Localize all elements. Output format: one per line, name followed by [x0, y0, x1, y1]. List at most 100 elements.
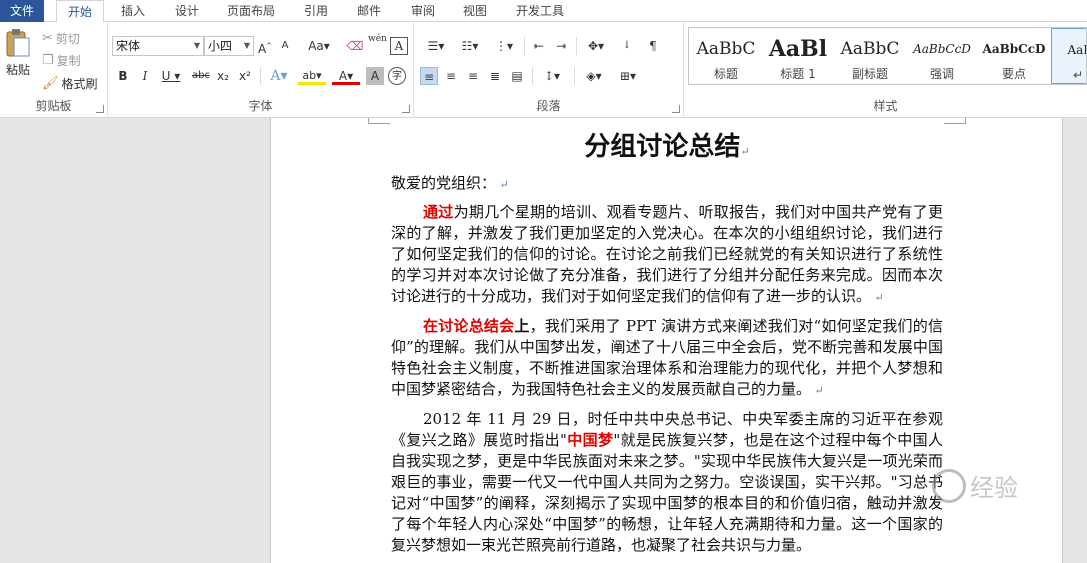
document-page[interactable]: 分组讨论总结↵ 敬爱的党组织： ↵ 通过为期几个星期的培训、观看专题片、听取报告… — [270, 118, 1063, 563]
numbering-icon: ☷ — [461, 39, 473, 53]
ribbon: 粘贴 ✂ 剪切 ❐ 复制 🖌 格式刷 剪贴板 宋体 ▼ 小四 ▼ A^ A Aa… — [0, 22, 1087, 118]
character-shading-button[interactable]: A — [366, 67, 384, 85]
tab-file[interactable]: 文件 — [0, 0, 44, 22]
styles-group-label: 样式 — [873, 99, 898, 113]
paragraph-launcher-icon[interactable] — [672, 105, 680, 113]
underline-button[interactable]: U ▾ — [158, 67, 184, 85]
bullets-button[interactable]: ☰▾ — [422, 37, 450, 55]
paragraph-group-label: 段落 — [536, 99, 561, 113]
emphasis-text: 通过 — [423, 203, 454, 221]
font-size-value: 小四 — [208, 39, 233, 53]
underline-icon: U — [161, 69, 171, 83]
grow-font-button[interactable]: A^ — [256, 37, 274, 56]
font-group-label: 字体 — [248, 99, 273, 113]
format-painter-button[interactable]: 🖌 格式刷 — [42, 75, 98, 92]
font-separator — [260, 67, 261, 85]
bold-text: 上 — [514, 317, 530, 335]
font-color-button[interactable]: A▾ — [332, 67, 360, 85]
tab-review[interactable]: 审阅 — [403, 0, 443, 22]
paint-bucket-icon: ◈ — [586, 69, 596, 83]
cut-label: 剪切 — [55, 32, 80, 46]
clear-format-button[interactable]: ⌫ — [346, 37, 364, 55]
italic-button[interactable]: I — [136, 67, 154, 85]
document-body[interactable]: 敬爱的党组织： ↵ 通过为期几个星期的培训、观看专题片、听取报告，我们对中国共产… — [391, 173, 943, 556]
chevron-down-icon: ▼ — [193, 41, 200, 50]
distributed-button[interactable]: ▤ — [508, 67, 526, 85]
font-size-combo[interactable]: 小四 ▼ — [204, 36, 254, 56]
decrease-indent-button[interactable]: ⇤ — [530, 37, 548, 55]
tab-references[interactable]: 引用 — [296, 0, 336, 22]
character-shading-icon: A — [370, 69, 380, 83]
clipboard-group-label: 剪贴板 — [35, 99, 72, 113]
paste-button[interactable]: 粘贴 — [3, 28, 33, 84]
line-spacing-button[interactable]: ↕▾ — [538, 67, 566, 85]
enclose-characters-button[interactable]: 字 — [388, 67, 406, 85]
character-border-button[interactable]: A — [390, 37, 408, 55]
justify-icon: ≣ — [489, 69, 501, 83]
strikethrough-button[interactable]: abc — [190, 67, 212, 85]
tab-layout[interactable]: 页面布局 — [220, 0, 282, 22]
strikethrough-icon: abc — [192, 70, 210, 81]
paragraph-mark-icon: ¶ — [649, 39, 657, 53]
change-case-icon: Aa — [308, 39, 324, 53]
paragraph-mark-icon: ↵ — [811, 384, 824, 397]
eraser-icon: ⌫ — [346, 39, 364, 53]
align-left-button[interactable]: ≡ — [420, 67, 438, 85]
align-left-icon: ≡ — [423, 70, 435, 84]
copy-button[interactable]: ❐ 复制 — [42, 52, 81, 69]
increase-indent-icon: ⇥ — [555, 39, 567, 53]
margin-corner-mark — [944, 118, 966, 124]
tab-design[interactable]: 设计 — [166, 0, 208, 22]
italic-icon: I — [142, 69, 148, 83]
paste-icon — [6, 29, 30, 57]
show-marks-button[interactable]: ¶ — [644, 37, 662, 55]
paragraph-mark-icon: ↵ — [871, 291, 884, 304]
borders-button[interactable]: ⊞▾ — [614, 67, 642, 85]
tab-mailings[interactable]: 邮件 — [349, 0, 389, 22]
borders-icon: ⊞ — [619, 69, 631, 83]
copy-label: 复制 — [56, 54, 81, 68]
brush-icon: 🖌 — [42, 75, 59, 91]
align-center-button[interactable]: ≡ — [442, 67, 460, 85]
emphasis-text: 中国梦 — [566, 431, 614, 449]
tab-developer[interactable]: 开发工具 — [509, 0, 571, 22]
bold-button[interactable]: B — [114, 67, 132, 85]
font-name-value: 宋体 — [116, 39, 141, 53]
grow-font-icon: A — [257, 42, 267, 56]
document-title[interactable]: 分组讨论总结↵ — [391, 126, 943, 163]
shrink-font-icon: A — [281, 40, 289, 51]
font-color-icon: A — [338, 69, 348, 83]
superscript-button[interactable]: x² — [236, 67, 254, 85]
tab-view[interactable]: 视图 — [455, 0, 495, 22]
paragraph-separator — [524, 37, 525, 55]
shading-button[interactable]: ◈▾ — [580, 67, 608, 85]
change-case-button[interactable]: Aa▾ — [304, 37, 334, 55]
phonetic-guide-button[interactable]: wén — [368, 35, 387, 53]
increase-indent-button[interactable]: ⇥ — [552, 37, 570, 55]
subscript-button[interactable]: x₂ — [214, 67, 232, 85]
justify-button[interactable]: ≣ — [486, 67, 504, 85]
paragraph-mark-icon: ↵ — [740, 145, 750, 158]
paragraph-group: ☰▾ ☷▾ ⋮▾ ⇤ ⇥ ✥▾ ↓ ¶ ≡ ≡ ≡ ≣ ▤ ↕▾ ◈▾ ⊞▾ 段… — [414, 22, 684, 118]
highlight-button[interactable]: ab▾ — [298, 67, 326, 85]
text-effects-button[interactable]: A▾ — [266, 67, 292, 85]
align-right-button[interactable]: ≡ — [464, 67, 482, 85]
align-right-icon: ≡ — [467, 69, 479, 83]
shrink-font-button[interactable]: A — [276, 37, 294, 55]
distributed-icon: ▤ — [511, 69, 523, 83]
multilevel-list-button[interactable]: ⋮▾ — [490, 37, 518, 55]
character-border-icon: A — [394, 39, 404, 53]
highlighter-icon: ab — [302, 69, 317, 82]
font-name-combo[interactable]: 宋体 ▼ — [112, 36, 204, 56]
chinese-layout-button[interactable]: ✥▾ — [582, 37, 610, 55]
clipboard-launcher-icon[interactable] — [96, 105, 104, 113]
sort-button[interactable]: ↓ — [618, 37, 636, 55]
sort-icon: ↓ — [622, 40, 632, 51]
font-launcher-icon[interactable] — [402, 105, 410, 113]
numbering-button[interactable]: ☷▾ — [456, 37, 484, 55]
tab-insert[interactable]: 插入 — [112, 0, 154, 22]
copy-icon: ❐ — [42, 52, 54, 68]
chinese-layout-icon: ✥ — [587, 39, 599, 53]
tab-home[interactable]: 开始 — [56, 0, 104, 23]
cut-button[interactable]: ✂ 剪切 — [42, 30, 80, 47]
